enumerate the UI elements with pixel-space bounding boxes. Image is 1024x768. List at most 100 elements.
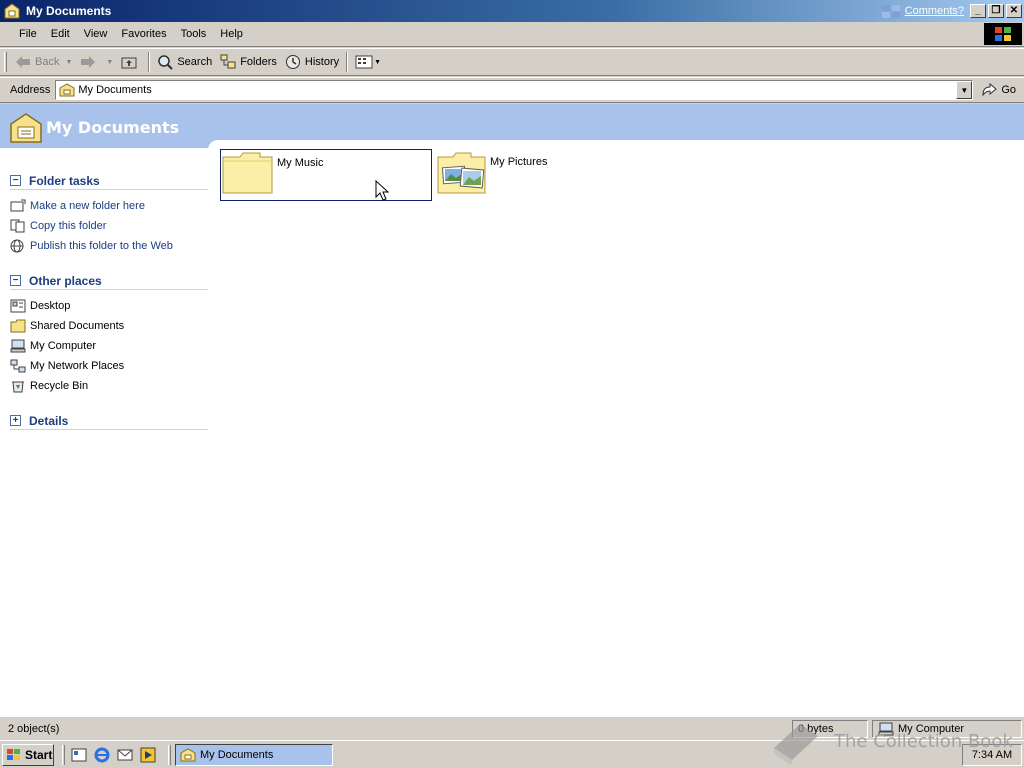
place-shared-documents[interactable]: Shared Documents	[10, 316, 208, 336]
folders-tree-icon	[220, 54, 236, 69]
other-places-title: Other places	[29, 273, 102, 288]
folder-tasks-header[interactable]: − Folder tasks	[10, 172, 208, 190]
close-button[interactable]: ✕	[1006, 4, 1022, 18]
address-label: Address	[10, 84, 51, 96]
taskbar-window-label: My Documents	[200, 749, 274, 761]
task-pane: − Folder tasks Make a new folder here Co…	[0, 148, 208, 716]
details-title: Details	[29, 413, 69, 428]
publish-web-icon	[10, 239, 24, 253]
recycle-bin-icon	[12, 381, 24, 393]
go-button[interactable]: Go	[981, 83, 1016, 97]
copy-icon	[10, 219, 25, 233]
folders-button[interactable]: Folders	[216, 51, 281, 73]
toolbar-grip[interactable]	[4, 52, 7, 72]
my-documents-icon	[4, 3, 20, 19]
up-folder-icon	[121, 57, 137, 69]
mouse-cursor-icon	[375, 180, 389, 201]
my-documents-small-icon	[180, 748, 196, 762]
windows-logo-icon	[984, 23, 1022, 45]
expand-icon[interactable]: +	[10, 415, 21, 426]
start-label: Start	[25, 748, 53, 762]
forward-button[interactable]	[76, 51, 104, 73]
place-my-computer[interactable]: My Computer	[10, 336, 208, 356]
windows-flag-icon	[7, 749, 20, 760]
comments-icon	[881, 5, 900, 18]
task-copy-folder[interactable]: Copy this folder	[10, 216, 208, 236]
folder-tasks-section: − Folder tasks Make a new folder here Co…	[10, 172, 208, 256]
place-recycle-bin[interactable]: Recycle Bin	[10, 376, 208, 396]
go-label: Go	[1001, 84, 1017, 96]
watermark-text: The Collection Book	[834, 730, 1013, 752]
forward-dropdown-icon[interactable]: ▼	[106, 59, 113, 66]
other-places-header[interactable]: − Other places	[10, 272, 208, 290]
back-label: Back	[35, 56, 60, 68]
start-button[interactable]: Start	[2, 744, 54, 766]
taskbar-grip[interactable]	[168, 745, 171, 765]
place-my-network-places[interactable]: My Network Places	[10, 356, 208, 376]
place-desktop[interactable]: Desktop	[10, 296, 208, 316]
views-dropdown-icon: ▼	[374, 58, 382, 66]
folder-tasks-title: Folder tasks	[29, 173, 100, 188]
status-objects: 2 object(s)	[8, 723, 60, 735]
search-icon	[158, 55, 174, 70]
menu-edit[interactable]: Edit	[44, 28, 77, 40]
menu-help[interactable]: Help	[213, 28, 250, 40]
file-list-view[interactable]: My Music My Pictures	[208, 148, 1024, 716]
views-icon	[355, 55, 373, 69]
details-section: + Details	[10, 412, 208, 430]
address-field[interactable]: ▼	[55, 80, 974, 100]
folder-my-music[interactable]: My Music	[220, 149, 432, 201]
outlook-express-icon[interactable]	[116, 746, 134, 764]
computer-icon	[10, 339, 26, 353]
desktop-icon	[10, 299, 26, 313]
my-documents-small-icon	[59, 83, 75, 97]
toolbar-separator	[346, 52, 349, 72]
menu-file[interactable]: File	[12, 28, 44, 40]
other-places-section: − Other places Desktop Shared Documents	[10, 272, 208, 396]
back-arrow-icon	[16, 56, 30, 68]
back-dropdown-icon[interactable]: ▼	[65, 59, 72, 66]
file-name-label: My Music	[277, 157, 324, 169]
history-button[interactable]: History	[281, 51, 343, 73]
folders-label: Folders	[240, 56, 277, 68]
address-bar: Address ▼ Go	[0, 77, 1024, 103]
quicklaunch-grip[interactable]	[62, 745, 65, 765]
task-publish-to-web[interactable]: Publish this folder to the Web	[10, 236, 208, 256]
my-documents-large-icon	[10, 113, 42, 143]
toolbar-separator	[148, 52, 151, 72]
title-bar[interactable]: My Documents Comments? _ ❐ ✕	[0, 0, 1024, 22]
menu-view[interactable]: View	[77, 28, 115, 40]
search-label: Search	[177, 56, 213, 68]
menu-favorites[interactable]: Favorites	[114, 28, 173, 40]
history-icon	[285, 55, 300, 69]
minimize-button[interactable]: _	[970, 4, 986, 18]
comments-link[interactable]: Comments?	[905, 5, 964, 17]
details-header[interactable]: + Details	[10, 412, 208, 430]
new-folder-icon	[10, 199, 26, 212]
collapse-icon[interactable]: −	[10, 275, 21, 286]
window-title: My Documents	[26, 4, 112, 18]
content-area: My Documents − Folder tasks Make a new f…	[0, 104, 1024, 716]
network-icon	[10, 359, 26, 373]
restore-button[interactable]: ❐	[988, 4, 1004, 18]
address-input[interactable]	[78, 82, 957, 98]
pictures-folder-icon	[437, 152, 486, 194]
task-make-new-folder[interactable]: Make a new folder here	[10, 196, 208, 216]
internet-explorer-icon[interactable]	[93, 746, 111, 764]
folder-icon	[10, 319, 26, 333]
show-desktop-icon[interactable]	[70, 746, 88, 764]
taskbar-window-my-documents[interactable]: My Documents	[175, 744, 333, 766]
views-button[interactable]: ▼	[351, 51, 389, 73]
book-icon	[774, 724, 818, 764]
media-player-icon[interactable]	[139, 746, 157, 764]
go-arrow-icon	[982, 83, 998, 97]
menu-tools[interactable]: Tools	[174, 28, 214, 40]
collapse-icon[interactable]: −	[10, 175, 21, 186]
file-name-label: My Pictures	[490, 156, 548, 168]
up-folder-button[interactable]	[117, 51, 145, 73]
menu-bar: File Edit View Favorites Tools Help	[0, 22, 1024, 47]
search-button[interactable]: Search	[153, 51, 216, 73]
folder-my-pictures[interactable]: My Pictures	[437, 149, 577, 201]
address-dropdown-button[interactable]: ▼	[956, 81, 973, 99]
back-button[interactable]: Back	[11, 51, 63, 73]
